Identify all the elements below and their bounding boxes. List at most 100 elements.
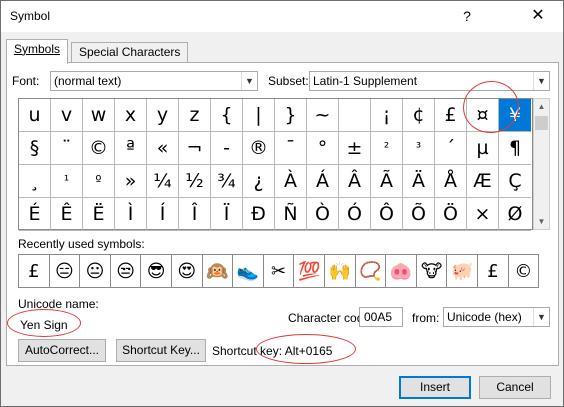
symbol-cell[interactable]: Ø bbox=[499, 198, 531, 231]
chevron-down-icon: ▼ bbox=[533, 308, 549, 326]
symbol-cell[interactable]: § bbox=[19, 132, 51, 165]
symbol-cell[interactable]: Ð bbox=[243, 198, 275, 231]
symbol-cell[interactable]: ¢ bbox=[403, 99, 435, 132]
tab-symbols[interactable]: Symbols bbox=[6, 39, 69, 64]
font-select[interactable]: (normal text) ▼ bbox=[50, 71, 258, 91]
close-button[interactable]: ✕ bbox=[524, 4, 552, 28]
symbol-cell[interactable]: Ï bbox=[211, 198, 243, 231]
symbol-cell[interactable]: ¬ bbox=[179, 132, 211, 165]
symbol-cell[interactable]: ¼ bbox=[147, 165, 179, 198]
symbol-grid-scrollbar[interactable]: ▲ ▼ bbox=[533, 98, 550, 230]
symbol-cell[interactable]: » bbox=[115, 165, 147, 198]
symbol-cell[interactable]: À bbox=[275, 165, 307, 198]
recent-symbol-cell[interactable]: ✂ bbox=[263, 255, 295, 288]
symbol-cell[interactable]: z bbox=[179, 99, 211, 132]
symbol-cell[interactable]: ® bbox=[243, 132, 275, 165]
symbol-cell[interactable]: Ô bbox=[371, 198, 403, 231]
chevron-down-icon: ▼ bbox=[241, 72, 257, 90]
recent-symbol-cell[interactable]: 😑 bbox=[49, 255, 81, 288]
symbol-cell[interactable]: { bbox=[211, 99, 243, 132]
symbol-cell[interactable]: ¥ bbox=[499, 99, 531, 132]
symbol-cell[interactable]: º bbox=[83, 165, 115, 198]
recent-symbol-cell[interactable]: 🐖 bbox=[447, 255, 478, 288]
symbol-cell[interactable]: ¿ bbox=[243, 165, 275, 198]
recent-symbol-cell[interactable]: 🙉 bbox=[202, 255, 234, 288]
symbol-cell[interactable]: Ä bbox=[403, 165, 435, 198]
scroll-down-arrow-icon[interactable]: ▼ bbox=[534, 214, 549, 229]
symbol-cell[interactable]: w bbox=[83, 99, 115, 132]
cancel-button[interactable]: Cancel bbox=[479, 376, 551, 399]
symbol-cell[interactable]: ¶ bbox=[499, 132, 531, 165]
autocorrect-button[interactable]: AutoCorrect... bbox=[18, 339, 106, 362]
symbol-cell[interactable]: ¯ bbox=[275, 132, 307, 165]
recent-symbol-cell[interactable]: £ bbox=[19, 255, 50, 288]
symbol-cell[interactable]: - bbox=[211, 132, 243, 165]
symbol-cell[interactable]: Í bbox=[147, 198, 179, 231]
recent-symbol-cell[interactable]: 📿 bbox=[355, 255, 387, 288]
symbol-cell[interactable]: | bbox=[243, 99, 275, 132]
symbol-cell[interactable]: µ bbox=[467, 132, 499, 165]
symbol-cell[interactable]: Ò bbox=[307, 198, 339, 231]
insert-button[interactable]: Insert bbox=[399, 376, 471, 399]
symbol-cell[interactable] bbox=[339, 99, 371, 132]
tab-special-characters[interactable]: Special Characters bbox=[71, 42, 189, 63]
recent-symbol-cell[interactable]: 😎 bbox=[141, 255, 172, 288]
recent-symbol-cell[interactable]: 😐 bbox=[80, 255, 111, 288]
symbol-cell[interactable]: ° bbox=[307, 132, 339, 165]
scroll-thumb[interactable] bbox=[535, 116, 548, 130]
symbol-cell[interactable]: v bbox=[51, 99, 83, 132]
from-select[interactable]: Unicode (hex) ▼ bbox=[443, 307, 550, 327]
subset-select[interactable]: Latin-1 Supplement ▼ bbox=[309, 71, 550, 91]
symbol-cell[interactable]: Ì bbox=[115, 198, 147, 231]
symbol-cell[interactable]: Â bbox=[339, 165, 371, 198]
recent-symbol-cell[interactable]: 😍 bbox=[172, 255, 203, 288]
symbol-cell[interactable]: x bbox=[115, 99, 147, 132]
recent-symbol-cell[interactable]: 🐽 bbox=[386, 255, 417, 288]
symbol-cell[interactable]: Ç bbox=[499, 165, 531, 198]
symbol-cell[interactable]: ¸ bbox=[19, 165, 51, 198]
symbol-cell[interactable]: ¨ bbox=[51, 132, 83, 165]
symbol-cell[interactable]: ~ bbox=[307, 99, 339, 132]
scroll-up-arrow-icon[interactable]: ▲ bbox=[534, 99, 549, 114]
symbol-cell[interactable]: Î bbox=[179, 198, 211, 231]
symbol-cell[interactable]: Ö bbox=[435, 198, 467, 231]
symbol-cell[interactable]: ¤ bbox=[467, 99, 499, 132]
recent-symbol-cell[interactable]: 🐮 bbox=[416, 255, 448, 288]
symbol-cell[interactable]: Ã bbox=[371, 165, 403, 198]
symbol-cell[interactable]: ± bbox=[339, 132, 371, 165]
symbol-cell[interactable]: ´ bbox=[435, 132, 467, 165]
symbol-cell[interactable]: Ñ bbox=[275, 198, 307, 231]
symbol-cell[interactable]: Å bbox=[435, 165, 467, 198]
recent-symbol-cell[interactable]: © bbox=[508, 255, 540, 288]
recent-symbol-cell[interactable]: 😒 bbox=[110, 255, 142, 288]
unicode-name-label: Unicode name: bbox=[18, 297, 99, 311]
symbol-cell[interactable]: Ë bbox=[83, 198, 115, 231]
symbol-cell[interactable]: u bbox=[19, 99, 51, 132]
symbol-cell[interactable]: É bbox=[19, 198, 51, 231]
symbol-cell[interactable]: ª bbox=[115, 132, 147, 165]
symbol-cell[interactable]: Õ bbox=[403, 198, 435, 231]
symbol-cell[interactable]: ¡ bbox=[371, 99, 403, 132]
symbol-cell[interactable]: y bbox=[147, 99, 179, 132]
recent-symbol-cell[interactable]: 💯 bbox=[294, 255, 325, 288]
shortcut-key-button[interactable]: Shortcut Key... bbox=[116, 339, 206, 362]
recent-symbol-cell[interactable]: £ bbox=[478, 255, 509, 288]
help-button[interactable]: ? bbox=[453, 4, 481, 28]
recent-symbol-cell[interactable]: 👟 bbox=[233, 255, 264, 288]
symbol-cell[interactable]: } bbox=[275, 99, 307, 132]
symbol-cell[interactable]: × bbox=[467, 198, 499, 231]
symbol-cell[interactable]: Ê bbox=[51, 198, 83, 231]
symbol-cell[interactable]: ¹ bbox=[51, 165, 83, 198]
symbol-cell[interactable]: ³ bbox=[403, 132, 435, 165]
symbol-cell[interactable]: ½ bbox=[179, 165, 211, 198]
symbol-cell[interactable]: ¾ bbox=[211, 165, 243, 198]
symbol-cell[interactable]: Æ bbox=[467, 165, 499, 198]
recent-symbol-cell[interactable]: 🙌 bbox=[325, 255, 356, 288]
symbol-cell[interactable]: £ bbox=[435, 99, 467, 132]
symbol-cell[interactable]: © bbox=[83, 132, 115, 165]
character-code-input[interactable]: 00A5 bbox=[359, 307, 403, 327]
symbol-cell[interactable]: « bbox=[147, 132, 179, 165]
symbol-cell[interactable]: ² bbox=[371, 132, 403, 165]
symbol-cell[interactable]: Á bbox=[307, 165, 339, 198]
symbol-cell[interactable]: Ó bbox=[339, 198, 371, 231]
